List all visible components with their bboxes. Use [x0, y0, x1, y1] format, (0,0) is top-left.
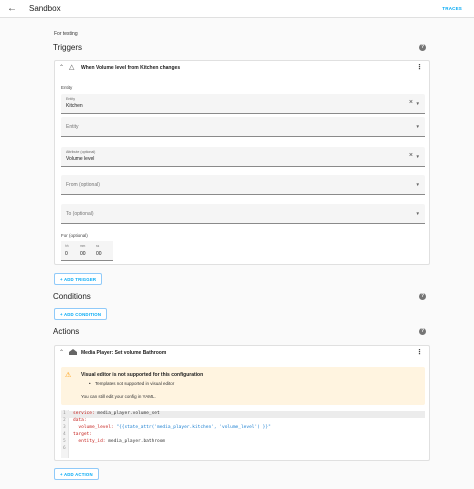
- duration-unit-hours: hh: [65, 244, 69, 248]
- menu-down-icon[interactable]: ▼: [416, 154, 420, 159]
- alert-triangle-icon: △: [69, 64, 75, 71]
- help-circle-icon[interactable]: ?: [419, 328, 426, 335]
- entity-select-empty[interactable]: Entity ▼: [61, 117, 425, 137]
- code-line: 3 volume_level: "{{state_attr('media_pla…: [61, 425, 425, 432]
- arrow-left-icon[interactable]: ←: [7, 3, 17, 14]
- for-label: For (optional): [61, 233, 88, 238]
- page-title: Sandbox: [29, 4, 61, 13]
- duration-hours[interactable]: 0: [65, 251, 68, 257]
- alert-triangle-icon: ⚠: [65, 372, 72, 379]
- warning-alert: ⚠ Visual editor is not supported for thi…: [61, 367, 425, 405]
- close-icon[interactable]: ×: [409, 99, 413, 106]
- actions-heading: Actions: [53, 327, 80, 336]
- duration-minutes[interactable]: 00: [80, 251, 86, 257]
- yaml-key: service:: [73, 411, 95, 416]
- yaml-key: target:: [73, 432, 92, 437]
- field-placeholder: To (optional): [66, 211, 94, 217]
- duration-input[interactable]: hh 0 mm 00 ss 00: [61, 241, 113, 261]
- field-value: Kitchen: [66, 103, 83, 109]
- code-line: 4 target:: [61, 432, 425, 439]
- trigger-card-header[interactable]: ⌃ △ When Volume level from Kitchen chang…: [55, 61, 429, 75]
- trigger-card: ⌃ △ When Volume level from Kitchen chang…: [54, 60, 430, 265]
- add-action-button[interactable]: + ADD ACTION: [54, 468, 99, 480]
- triggers-heading: Triggers: [53, 43, 83, 52]
- action-card: ⌃ Media Player: Set volume Bathroom ⋮ ⚠ …: [54, 345, 430, 461]
- field-label: Entity: [66, 97, 75, 101]
- code-line: 2 data:: [61, 418, 425, 425]
- add-condition-button[interactable]: + ADD CONDITION: [54, 308, 108, 320]
- yaml-value: "{{state_attr('media_player.kitchen', 'v…: [113, 425, 271, 430]
- field-label: Attribute (optional): [66, 150, 96, 154]
- dots-vertical-icon[interactable]: ⋮: [416, 63, 423, 71]
- add-trigger-button[interactable]: + ADD TRIGGER: [54, 273, 103, 285]
- attribute-select[interactable]: Attribute (optional) Volume level × ▼: [61, 147, 425, 167]
- chevron-up-icon[interactable]: ⌃: [59, 64, 64, 71]
- duration-unit-minutes: mm: [80, 244, 86, 248]
- conditions-heading: Conditions: [53, 292, 91, 301]
- help-circle-icon[interactable]: ?: [419, 44, 426, 51]
- yaml-key: data:: [73, 418, 87, 423]
- line-number: 5: [63, 439, 66, 444]
- bullet-icon: •: [89, 381, 91, 386]
- line-number: 3: [63, 425, 66, 430]
- line-number: 1: [63, 411, 66, 416]
- menu-down-icon[interactable]: ▼: [416, 124, 420, 129]
- field-placeholder: From (optional): [66, 182, 100, 188]
- menu-down-icon[interactable]: ▼: [416, 211, 420, 216]
- dots-vertical-icon[interactable]: ⋮: [416, 348, 423, 356]
- from-select[interactable]: From (optional) ▼: [61, 175, 425, 195]
- duration-unit-seconds: ss: [96, 244, 100, 248]
- code-line: 5 entity_id: media_player.bathroom: [61, 439, 425, 446]
- trigger-card-title: When Volume level from Kitchen changes: [81, 65, 181, 71]
- yaml-key: entity_id:: [73, 439, 106, 444]
- yaml-code-editor[interactable]: 1 service: media_player.volume_set 2 dat…: [61, 410, 425, 458]
- alert-title: Visual editor is not supported for this …: [81, 372, 204, 378]
- code-line: 6: [61, 446, 425, 453]
- close-icon[interactable]: ×: [409, 152, 413, 159]
- help-circle-icon[interactable]: ?: [419, 293, 426, 300]
- yaml-key: volume_level:: [73, 425, 114, 430]
- menu-down-icon[interactable]: ▼: [416, 101, 420, 106]
- speaker-icon: [69, 349, 77, 355]
- alert-bullet: Templates not supported in visual editor: [95, 381, 175, 386]
- top-app-bar: ← Sandbox TRACES: [0, 0, 474, 18]
- code-line: 1 service: media_player.volume_set: [61, 411, 425, 418]
- duration-seconds[interactable]: 00: [96, 251, 102, 257]
- traces-button[interactable]: TRACES: [442, 6, 462, 11]
- field-placeholder: Entity: [66, 124, 79, 130]
- menu-down-icon[interactable]: ▼: [416, 182, 420, 187]
- line-number: 6: [63, 446, 66, 451]
- field-value: Volume level: [66, 156, 95, 162]
- yaml-value: media_player.volume_set: [94, 411, 160, 416]
- entity-section-label: Entity: [61, 85, 73, 90]
- chevron-up-icon[interactable]: ⌃: [59, 349, 64, 356]
- alert-body: You can still edit your config in YAML.: [81, 394, 156, 399]
- action-card-title: Media Player: Set volume Bathroom: [81, 350, 167, 356]
- line-number: 4: [63, 432, 66, 437]
- action-card-header[interactable]: ⌃ Media Player: Set volume Bathroom ⋮: [55, 346, 429, 360]
- entity-select-kitchen[interactable]: Entity Kitchen × ▼: [61, 94, 425, 114]
- yaml-value: media_player.bathroom: [105, 439, 166, 444]
- line-number: 2: [63, 418, 66, 423]
- to-select[interactable]: To (optional) ▼: [61, 204, 425, 224]
- automation-description: For testing: [54, 31, 78, 37]
